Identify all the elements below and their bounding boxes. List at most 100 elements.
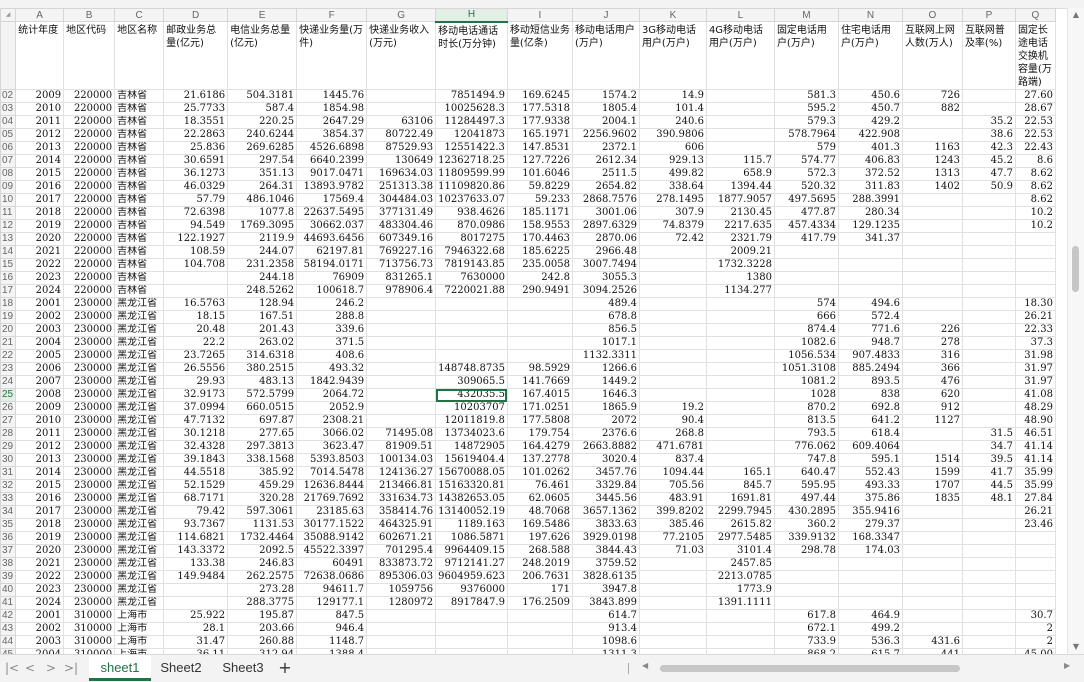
table-cell[interactable]: 26.21 [1014,310,1056,324]
table-cell[interactable]: 385.92 [227,466,298,480]
table-cell[interactable]: 18.30 [1014,297,1056,311]
row-header[interactable]: 09 [0,180,17,194]
table-cell[interactable] [435,336,508,350]
table-cell[interactable]: 38.6 [961,128,1016,142]
row-header[interactable]: 34 [0,505,17,519]
table-cell[interactable] [705,128,775,142]
table-cell[interactable]: 10025628.3 [435,102,508,116]
scroll-left-icon[interactable]: ◀ [642,661,648,670]
table-cell[interactable]: 2092.5 [227,544,298,558]
scroll-up-icon[interactable]: ▲ [1068,8,1084,22]
table-cell[interactable]: 22637.5495 [296,206,368,220]
table-cell[interactable]: 678.8 [571,310,640,324]
table-cell[interactable]: 338.1568 [227,453,298,467]
table-cell[interactable]: 2003 [15,635,65,649]
table-cell[interactable] [773,271,839,285]
table-cell[interactable]: 375.86 [837,492,903,506]
table-cell[interactable]: 1599 [901,466,963,480]
table-cell[interactable]: 114.6821 [163,531,229,545]
table-cell[interactable]: 7819143.85 [435,258,508,272]
table-cell[interactable]: 2021 [15,245,65,259]
table-cell[interactable]: 206.7631 [506,570,573,584]
table-cell[interactable]: 2217.635 [705,219,775,233]
row-header[interactable]: 29 [0,440,17,454]
table-cell[interactable]: 240.6 [638,115,707,129]
table-cell[interactable]: 230000 [63,375,116,389]
table-cell[interactable]: 11284497.3 [435,115,508,129]
table-cell[interactable]: 499.2 [837,622,903,636]
table-cell[interactable]: 1081.2 [773,375,839,389]
table-cell[interactable]: 429.2 [837,115,903,129]
table-cell[interactable]: 459.29 [227,479,298,493]
row-header[interactable]: 44 [0,635,17,649]
table-cell[interactable]: 273.28 [227,583,298,597]
table-cell[interactable]: 101.0262 [506,466,573,480]
table-cell[interactable]: 2008 [15,388,65,402]
table-cell[interactable]: 733.9 [773,635,839,649]
table-cell[interactable] [366,323,437,337]
header-cell[interactable]: 互联网普及率(%) [961,21,1016,90]
table-cell[interactable]: 230000 [63,310,116,324]
table-cell[interactable]: 36.1273 [163,167,229,181]
table-cell[interactable]: 769227.16 [366,245,437,259]
table-cell[interactable]: 10203707 [435,401,508,415]
table-cell[interactable]: 372.52 [837,167,903,181]
header-cell[interactable]: 地区代码 [63,21,116,90]
table-cell[interactable]: 2064.72 [296,388,368,402]
header-cell[interactable]: 地区名称 [114,21,165,90]
table-cell[interactable] [901,297,963,311]
table-cell[interactable]: 1391.1111 [705,596,775,610]
table-cell[interactable]: 747.8 [773,453,839,467]
table-cell[interactable]: 2966.48 [571,245,640,259]
table-cell[interactable]: 177.9338 [506,115,573,129]
header-cell[interactable]: 3G移动电话用户(万户) [638,21,707,90]
table-cell[interactable]: 27.60 [1014,89,1056,103]
table-cell[interactable]: 168.3347 [837,531,903,545]
table-cell[interactable]: 499.82 [638,167,707,181]
header-cell[interactable]: 快递业务量(万件) [296,21,368,90]
table-cell[interactable] [1014,583,1056,597]
table-cell[interactable]: 2003 [15,323,65,337]
table-cell[interactable]: 572.3 [773,167,839,181]
table-cell[interactable]: 417.79 [773,232,839,246]
table-cell[interactable]: 2007 [15,375,65,389]
table-cell[interactable]: 28.67 [1014,102,1056,116]
row-header[interactable]: 17 [0,284,17,298]
table-cell[interactable] [1014,245,1056,259]
table-cell[interactable]: 1056.534 [773,349,839,363]
table-cell[interactable]: 2018 [15,518,65,532]
table-cell[interactable] [366,336,437,350]
table-cell[interactable]: 579 [773,141,839,155]
table-cell[interactable]: 288.3775 [227,596,298,610]
column-header-n[interactable]: N [837,8,903,22]
table-cell[interactable]: 3101.4 [705,544,775,558]
table-cell[interactable]: 165.1971 [506,128,573,142]
table-cell[interactable]: 169.6245 [506,89,573,103]
table-cell[interactable]: 14.9 [638,89,707,103]
table-cell[interactable]: 黑龙江省 [114,388,165,402]
table-cell[interactable]: 658.9 [705,167,775,181]
table-cell[interactable]: 100134.03 [366,453,437,467]
table-cell[interactable]: 吉林省 [114,232,165,246]
table-cell[interactable]: 220000 [63,167,116,181]
table-cell[interactable]: 304484.03 [366,193,437,207]
table-cell[interactable] [366,362,437,376]
table-cell[interactable]: 25.836 [163,141,229,155]
column-header-b[interactable]: B [63,8,116,22]
header-cell[interactable]: 互联网上网人数(万人) [901,21,963,90]
table-cell[interactable]: 246.2 [296,297,368,311]
table-cell[interactable]: 1877.9057 [705,193,775,207]
table-cell[interactable]: 41.08 [1014,388,1056,402]
table-cell[interactable]: 1732.4464 [227,531,298,545]
table-cell[interactable]: 595.95 [773,479,839,493]
table-cell[interactable] [961,245,1016,259]
table-cell[interactable]: 197.626 [506,531,573,545]
table-cell[interactable]: 44.5518 [163,466,229,480]
row-header[interactable]: 13 [0,232,17,246]
table-cell[interactable] [901,193,963,207]
table-cell[interactable]: 552.43 [837,466,903,480]
table-cell[interactable]: 2010 [15,414,65,428]
table-cell[interactable]: 2020 [15,232,65,246]
table-cell[interactable]: 371.5 [296,336,368,350]
table-cell[interactable]: 42.3 [961,141,1016,155]
